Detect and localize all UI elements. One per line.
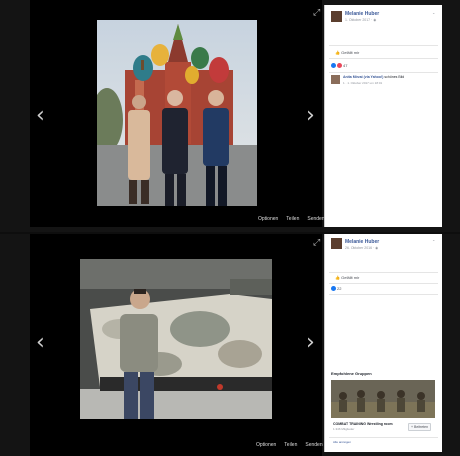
- photo-actions-top: Optionen Teilen Senden: [258, 216, 325, 222]
- chevron-left-icon[interactable]: ‹: [36, 332, 45, 354]
- send-link[interactable]: Senden: [307, 216, 324, 222]
- love-reaction-icon: [337, 63, 342, 68]
- chevron-down-icon[interactable]: ⌄: [432, 237, 435, 242]
- reactions-count: 47: [343, 63, 348, 68]
- comment-author[interactable]: Anita Mirzai (via Yahoo!): [343, 75, 383, 79]
- suggested-groups-title: Empfohlene Gruppen: [331, 371, 372, 376]
- expand-icon[interactable]: ⤢: [313, 238, 320, 248]
- options-link[interactable]: Optionen: [258, 216, 278, 222]
- globe-icon: ◉: [373, 18, 377, 22]
- chevron-right-icon[interactable]: ›: [306, 332, 315, 354]
- share-link[interactable]: Teilen: [286, 216, 299, 222]
- chevron-left-icon[interactable]: ‹: [36, 105, 45, 127]
- group-members: 1.346 Mitglieder: [333, 427, 355, 431]
- like-icon: 👍: [335, 275, 340, 280]
- photo-actions-bottom: Optionen Teilen Senden: [256, 442, 323, 448]
- divider: [329, 294, 438, 295]
- photo-moscow-image: [97, 20, 257, 206]
- comment-text: schönes Bild: [384, 75, 405, 79]
- like-reaction-icon: [331, 286, 336, 291]
- reactions-summary[interactable]: 22: [331, 286, 341, 291]
- expand-icon[interactable]: ⤢: [313, 8, 320, 18]
- like-button[interactable]: 👍 Gefällt mir: [335, 275, 359, 280]
- divider: [329, 58, 438, 59]
- post-date: 1. Oktober 2017 · ◉: [345, 18, 376, 22]
- photo-viewer-top: ‹ › Optionen Teilen Senden: [30, 0, 325, 227]
- reactions-count: 22: [337, 286, 342, 291]
- divider: [329, 437, 438, 438]
- join-group-button[interactable]: + Beitreten: [408, 423, 432, 431]
- like-button[interactable]: 👍 Gefällt mir: [335, 50, 359, 55]
- divider: [329, 283, 438, 284]
- post-date: 26. Oktober 2016 · ◉: [345, 246, 378, 250]
- avatar[interactable]: [331, 11, 342, 22]
- author-name[interactable]: Melanie Huber: [345, 239, 379, 245]
- photo-viewer-bottom: ‹ › Optionen Teilen Senden: [30, 234, 323, 456]
- see-all-link[interactable]: Alle anzeigen: [333, 440, 351, 444]
- comment-meta: 1 · 1. Oktober 2017 um 18:01: [343, 81, 383, 85]
- photo-tank-image: [80, 259, 272, 419]
- like-reaction-icon: [331, 63, 336, 68]
- side-panel-top: Melanie Huber 1. Oktober 2017 · ◉ ⌄ 👍 Ge…: [324, 5, 442, 227]
- photo-moscow[interactable]: [97, 20, 257, 206]
- photo-tank[interactable]: [80, 259, 272, 419]
- group-thumbnail[interactable]: [331, 380, 435, 418]
- post-date-text: 1. Oktober 2017 ·: [345, 18, 374, 22]
- divider: [329, 72, 438, 73]
- commenter-avatar[interactable]: [331, 75, 340, 84]
- like-icon: 👍: [335, 50, 340, 55]
- chevron-right-icon[interactable]: ›: [306, 105, 315, 127]
- comment: Anita Mirzai (via Yahoo!) schönes Bild: [343, 75, 404, 79]
- side-panel-bottom: Melanie Huber 26. Oktober 2016 · ◉ ⌄ 👍 G…: [324, 234, 442, 452]
- globe-icon: ◉: [375, 246, 379, 250]
- author-name[interactable]: Melanie Huber: [345, 11, 379, 17]
- post-date-text: 26. Oktober 2016 ·: [345, 246, 376, 250]
- group-name[interactable]: COMBAT TRAINING Wrestling room: [333, 422, 393, 426]
- like-label: Gefällt mir: [341, 275, 360, 280]
- divider: [329, 45, 438, 46]
- like-label: Gefällt mir: [341, 50, 360, 55]
- reactions-summary[interactable]: 47: [331, 63, 347, 68]
- group-thumbnail-image: [331, 380, 435, 418]
- share-link[interactable]: Teilen: [284, 442, 297, 448]
- options-link[interactable]: Optionen: [256, 442, 276, 448]
- send-link[interactable]: Senden: [305, 442, 322, 448]
- chevron-down-icon[interactable]: ⌄: [432, 10, 435, 15]
- avatar[interactable]: [331, 238, 342, 249]
- divider: [329, 272, 438, 273]
